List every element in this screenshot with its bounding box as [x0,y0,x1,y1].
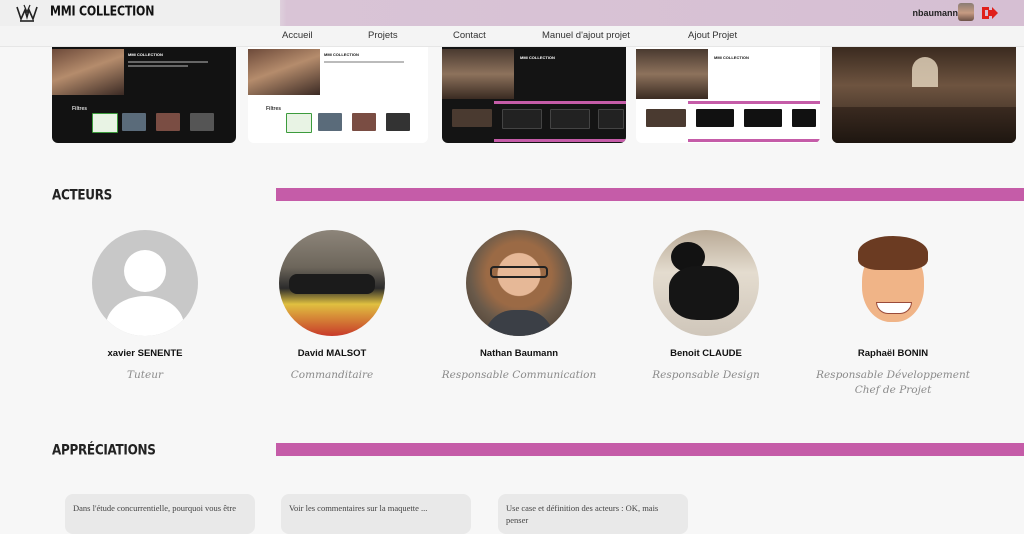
actor-role: Tuteur [127,369,163,381]
actor-name: xavier SENENTE [107,348,183,359]
actor-name: Nathan Baumann [479,348,559,359]
actor-card: David MALSOT Commanditaire [252,230,412,383]
nav-projets[interactable]: Projets [368,30,398,41]
nav-ajout-projet[interactable]: Ajout Projet [688,30,737,41]
actor-role: Responsable Développement [816,369,970,381]
section-title-actors: ACTEURS [52,186,113,204]
crown-logo-icon[interactable] [16,3,38,23]
username[interactable]: nbaumann [912,8,958,18]
actor-photo [466,230,572,336]
lecture-hall-photo [248,49,320,95]
actor-card: Raphaël BONIN Responsable Développement … [813,230,973,398]
default-avatar-icon [92,230,198,336]
project-screenshot-5-library[interactable] [832,47,1016,143]
project-screenshot-1[interactable]: MMI COLLECTION Filtres [52,47,236,143]
actor-name: Benoit CLAUDE [670,348,742,359]
mini-brand: MMI COLLECTION [128,52,163,57]
comment-card[interactable]: Use case et définition des acteurs : OK,… [498,494,688,534]
section-accent-bar [276,188,1024,201]
actor-role: Responsable Communication [441,369,597,381]
actor-name: Raphaël BONIN [857,348,929,359]
actor-role-secondary: Chef de Projet [854,384,932,396]
actor-photo [279,230,385,336]
logout-icon[interactable] [980,4,998,22]
actor-photo [653,230,759,336]
actor-card: Nathan Baumann Responsable Communication [439,230,599,383]
comment-card[interactable]: Dans l'étude concurrentielle, pourquoi v… [65,494,255,534]
nav-accueil[interactable]: Accueil [282,30,313,41]
project-screenshot-2[interactable]: MMI COLLECTION Filtres [248,47,428,143]
project-screenshot-4[interactable]: MMI COLLECTION [636,47,820,143]
mini-brand: MMI COLLECTION [520,55,555,60]
filters-label: Filtres [266,106,282,112]
memoji-avatar [840,230,946,336]
mini-brand: MMI COLLECTION [324,52,359,57]
nav-manuel-ajout-projet[interactable]: Manuel d'ajout projet [542,30,630,41]
user-avatar[interactable] [958,3,974,21]
actor-role: Responsable Design [652,369,760,381]
main-nav: Accueil Projets Contact Manuel d'ajout p… [0,26,1024,47]
lecture-hall-photo [52,49,124,95]
comment-card[interactable]: Voir les commentaires sur la maquette ..… [281,494,471,534]
filters-label: Filtres [72,106,88,112]
section-title-appreciations: APPRÉCIATIONS [52,441,156,459]
library-photo [636,49,708,99]
section-accent-bar [276,443,1024,456]
nav-contact[interactable]: Contact [453,30,486,41]
mini-brand: MMI COLLECTION [714,55,749,60]
top-bar: MMI COLLECTION nbaumann [0,0,1024,26]
actor-name: David MALSOT [297,348,367,359]
library-photo [442,49,514,99]
brand-name[interactable]: MMI COLLECTION [50,4,154,20]
actor-card: xavier SENENTE Tuteur [65,230,225,383]
actor-card: Benoit CLAUDE Responsable Design [626,230,786,383]
project-screenshot-3[interactable]: MMI COLLECTION [442,47,626,143]
actor-role: Commanditaire [290,369,374,381]
